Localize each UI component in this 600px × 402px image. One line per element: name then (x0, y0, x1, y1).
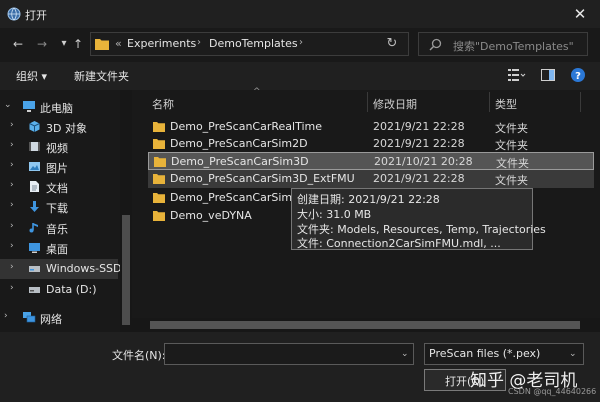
tooltip-size: 大小: 31.0 MB (297, 208, 372, 221)
horizontal-scrollbar-thumb[interactable] (150, 321, 580, 329)
network-icon (22, 311, 36, 324)
view-options-icon[interactable] (508, 68, 526, 82)
sidebar-item-data-d[interactable]: › Data (D:) (0, 280, 118, 300)
folder-icon (153, 138, 165, 149)
folder-icon (95, 38, 109, 50)
address-overflow[interactable]: « (115, 37, 122, 50)
download-icon (28, 200, 41, 213)
tooltip-files: 文件: Connection2CarSimFMU.mdl, ... (297, 237, 501, 250)
sidebar-item-label: 音乐 (46, 223, 68, 236)
sidebar-item-label: 桌面 (46, 243, 68, 256)
sidebar-item-label: 此电脑 (40, 102, 73, 115)
sidebar-item-pictures[interactable]: › 图片 (0, 157, 118, 177)
folder-icon (154, 156, 166, 167)
sidebar-item-3d-objects[interactable]: › 3D 对象 (0, 117, 118, 137)
chevron-right-icon[interactable]: › (10, 160, 14, 170)
new-folder-button[interactable]: 新建文件夹 (74, 68, 129, 84)
breadcrumb-separator[interactable]: › (299, 37, 303, 48)
title-bar (0, 0, 600, 28)
sidebar-item-videos[interactable]: › 视频 (0, 137, 118, 157)
sidebar-item-label: 网络 (40, 313, 62, 326)
chevron-right-icon[interactable]: › (10, 120, 14, 130)
column-header-name[interactable]: 名称 (152, 96, 174, 112)
chevron-down-icon[interactable]: ⌄ (401, 349, 409, 359)
window-title: 打开 (25, 9, 47, 22)
breadcrumb-demotemplates[interactable]: DemoTemplates (209, 37, 298, 50)
sidebar-scrollbar-thumb[interactable] (122, 215, 130, 325)
sidebar-item-windows-ssd[interactable]: › Windows-SSD (0, 259, 122, 279)
list-item-hovered[interactable]: Demo_PreScanCarSim3D_ExtFMU 2021/9/21 22… (148, 170, 594, 188)
back-button[interactable]: ← (10, 36, 26, 52)
computer-icon (22, 100, 35, 113)
sidebar-item-label: 下载 (46, 202, 68, 215)
globe-icon (7, 7, 21, 21)
chevron-right-icon[interactable]: › (10, 221, 14, 231)
address-bar[interactable]: « Experiments › DemoTemplates › ⌄ (90, 32, 447, 56)
list-item[interactable]: Demo_PreScanCarRealTime 2021/9/21 22:28 … (148, 118, 594, 136)
folder-icon (153, 192, 165, 203)
help-icon[interactable]: ? (571, 68, 585, 82)
folder-icon (153, 210, 165, 221)
up-button[interactable]: ↑ (70, 36, 86, 52)
chevron-right-icon[interactable]: › (10, 140, 14, 150)
folder-info-tooltip: 创建日期: 2021/9/21 22:28 大小: 31.0 MB 文件夹: M… (291, 188, 546, 250)
close-button[interactable]: ✕ (566, 2, 594, 26)
chevron-right-icon[interactable]: › (10, 283, 14, 293)
search-icon (429, 38, 442, 51)
column-divider[interactable] (580, 92, 581, 112)
video-icon (28, 140, 41, 153)
sidebar-item-label: 文档 (46, 182, 68, 195)
column-divider[interactable] (367, 92, 368, 112)
svg-text:?: ? (575, 71, 581, 82)
chevron-down-icon[interactable]: ⌄ (4, 100, 12, 110)
sidebar-item-downloads[interactable]: › 下载 (0, 197, 118, 217)
sort-indicator-icon: ^ (253, 87, 261, 97)
sidebar-item-desktop[interactable]: › 桌面 (0, 238, 118, 258)
sidebar-item-network[interactable]: › 网络 (0, 308, 118, 328)
folder-icon (153, 121, 165, 132)
forward-button[interactable]: → (34, 36, 50, 52)
folder-icon (153, 173, 165, 184)
filename-label: 文件名(N): (112, 349, 166, 362)
chevron-right-icon[interactable]: › (10, 241, 14, 251)
drive-icon (28, 283, 41, 296)
preview-pane-icon[interactable] (541, 69, 555, 81)
breadcrumb-separator[interactable]: › (197, 37, 201, 48)
chevron-down-icon[interactable]: ⌄ (569, 349, 577, 359)
cube-icon (28, 120, 41, 133)
sidebar-item-documents[interactable]: › 文档 (0, 177, 118, 197)
file-type-select[interactable]: PreScan files (*.pex) ⌄ (424, 343, 584, 365)
sidebar-item-label: 3D 对象 (46, 122, 87, 135)
chevron-right-icon[interactable]: › (4, 311, 8, 321)
music-icon (28, 221, 41, 234)
column-header-type[interactable]: 类型 (495, 96, 517, 112)
chevron-right-icon[interactable]: › (10, 180, 14, 190)
list-item[interactable]: Demo_PreScanCarSim2D 2021/9/21 22:28 文件夹 (148, 135, 594, 153)
sidebar-item-label: 视频 (46, 142, 68, 155)
column-header-date[interactable]: 修改日期 (373, 96, 417, 112)
desktop-icon (28, 241, 41, 254)
tooltip-created: 创建日期: 2021/9/21 22:28 (297, 193, 440, 206)
file-type-value: PreScan files (*.pex) (429, 347, 541, 360)
breadcrumb-experiments[interactable]: Experiments (127, 37, 196, 50)
drive-icon (28, 262, 41, 275)
sidebar-item-music[interactable]: › 音乐 (0, 218, 118, 238)
credit-text: CSDN @qq_44640266 (508, 387, 597, 396)
sidebar-item-this-pc[interactable]: ⌄ 此电脑 (0, 97, 118, 117)
refresh-button[interactable]: ↻ (385, 37, 399, 51)
document-icon (28, 180, 41, 193)
picture-icon (28, 160, 41, 173)
search-box[interactable]: 搜索"DemoTemplates" (418, 32, 588, 56)
column-divider[interactable] (489, 92, 490, 112)
sidebar-item-label: Windows-SSD (46, 262, 122, 275)
sidebar-item-label: Data (D:) (46, 283, 97, 296)
sidebar-item-label: 图片 (46, 162, 68, 175)
chevron-right-icon[interactable]: › (10, 262, 14, 272)
list-item-selected[interactable]: Demo_PreScanCarSim3D 2021/10/21 20:28 文件… (148, 152, 594, 170)
chevron-right-icon[interactable]: › (10, 200, 14, 210)
search-placeholder: 搜索"DemoTemplates" (453, 40, 574, 53)
organize-menu[interactable]: 组织 ▾ (16, 68, 47, 84)
filename-input[interactable] (164, 343, 414, 365)
